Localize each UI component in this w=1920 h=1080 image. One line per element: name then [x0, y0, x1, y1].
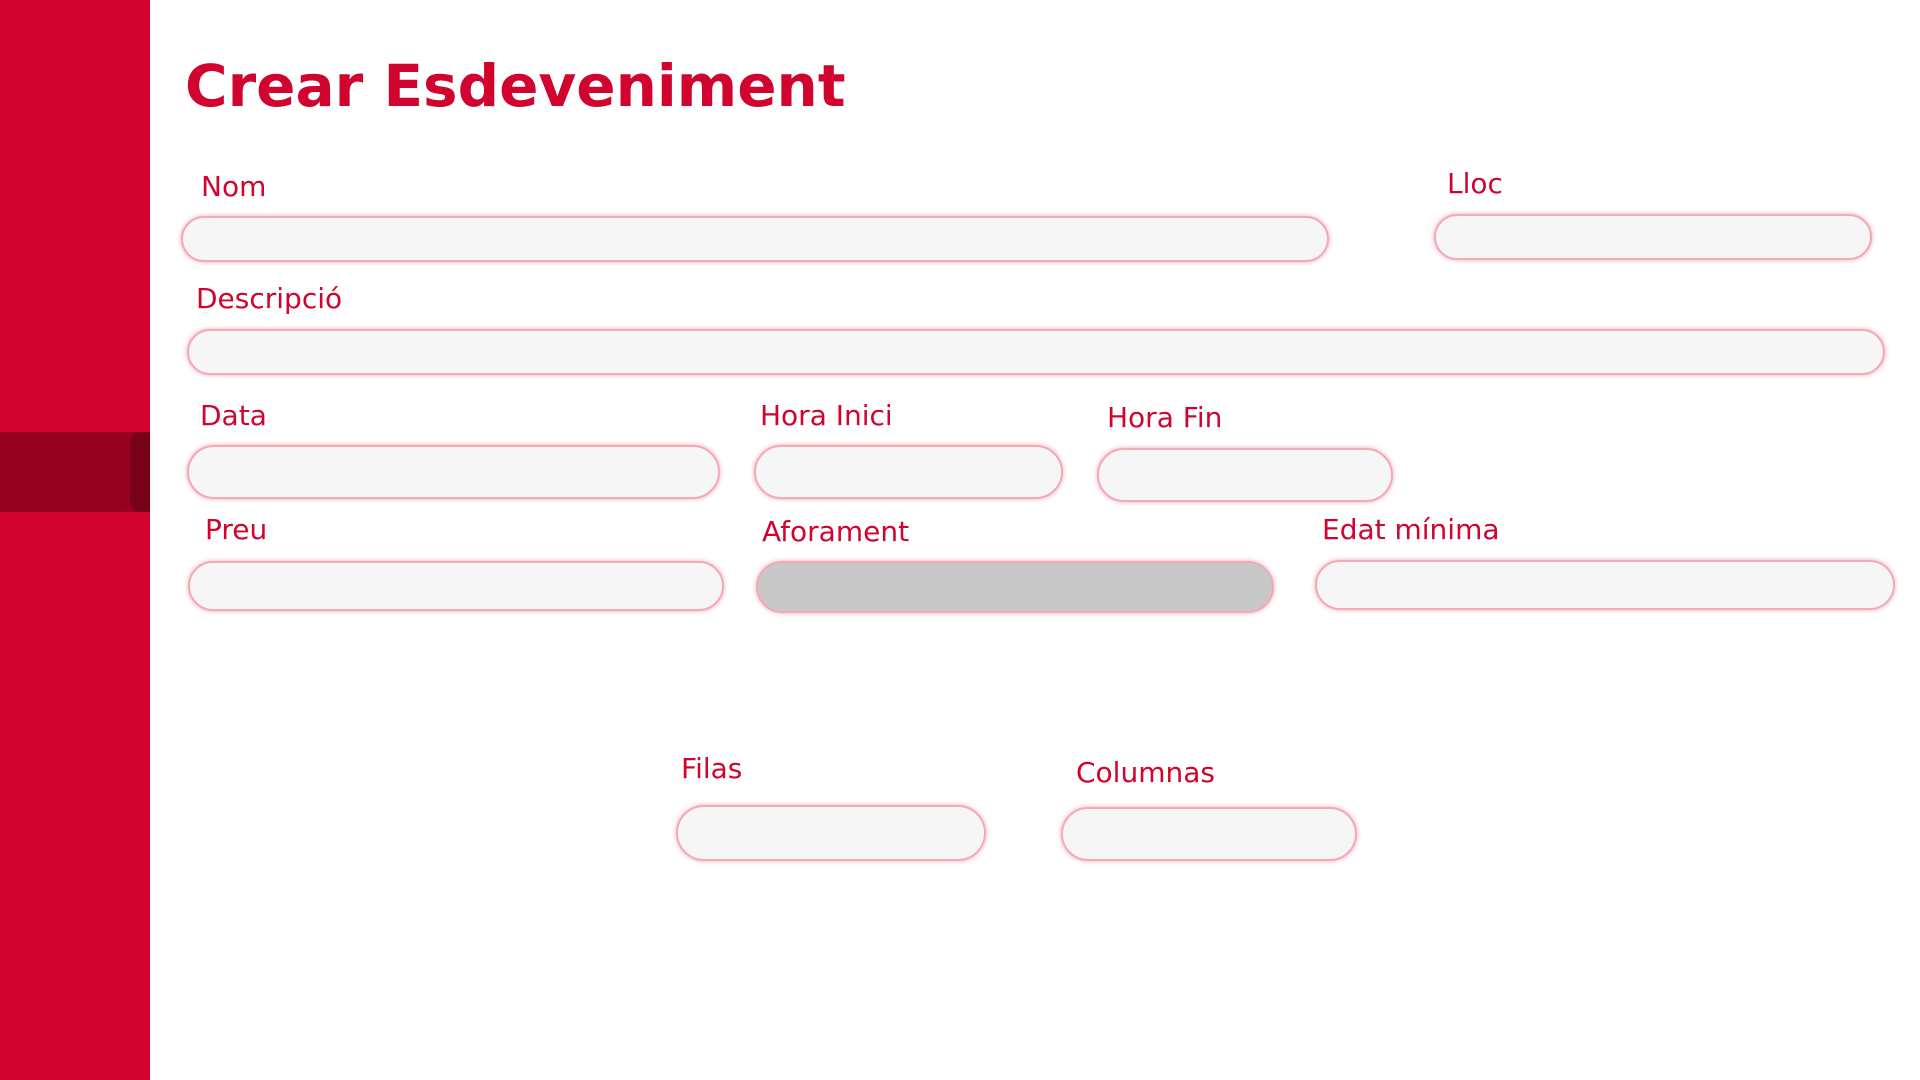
descripcio-label: Descripció: [196, 282, 343, 315]
data-input[interactable]: [187, 445, 720, 499]
nom-input[interactable]: [181, 216, 1329, 262]
hora-fin-label: Hora Fin: [1107, 401, 1223, 434]
aforament-input: [756, 561, 1274, 613]
sidebar-item-active[interactable]: [0, 432, 150, 512]
hora-fin-input[interactable]: [1097, 448, 1393, 502]
descripcio-input[interactable]: [187, 329, 1885, 375]
preu-label: Preu: [205, 513, 268, 546]
preu-input[interactable]: [188, 561, 724, 611]
filas-label: Filas: [681, 752, 743, 785]
edat-minima-label: Edat mínima: [1322, 513, 1500, 546]
lloc-label: Lloc: [1447, 167, 1503, 200]
edat-minima-input[interactable]: [1315, 560, 1895, 610]
hora-inici-label: Hora Inici: [760, 399, 893, 432]
columnas-input[interactable]: [1061, 807, 1357, 861]
aforament-label: Aforament: [762, 515, 910, 548]
columnas-label: Columnas: [1076, 756, 1215, 789]
filas-input[interactable]: [676, 805, 986, 861]
lloc-input[interactable]: [1434, 214, 1872, 260]
hora-inici-input[interactable]: [754, 445, 1063, 499]
sidebar: [0, 0, 150, 1080]
app-root: Crear Esdeveniment Nom Lloc Descripció D…: [0, 0, 1920, 1080]
page-title: Crear Esdeveniment: [185, 52, 846, 120]
data-label: Data: [200, 399, 267, 432]
nom-label: Nom: [201, 170, 267, 203]
sidebar-active-indicator: [130, 432, 150, 512]
